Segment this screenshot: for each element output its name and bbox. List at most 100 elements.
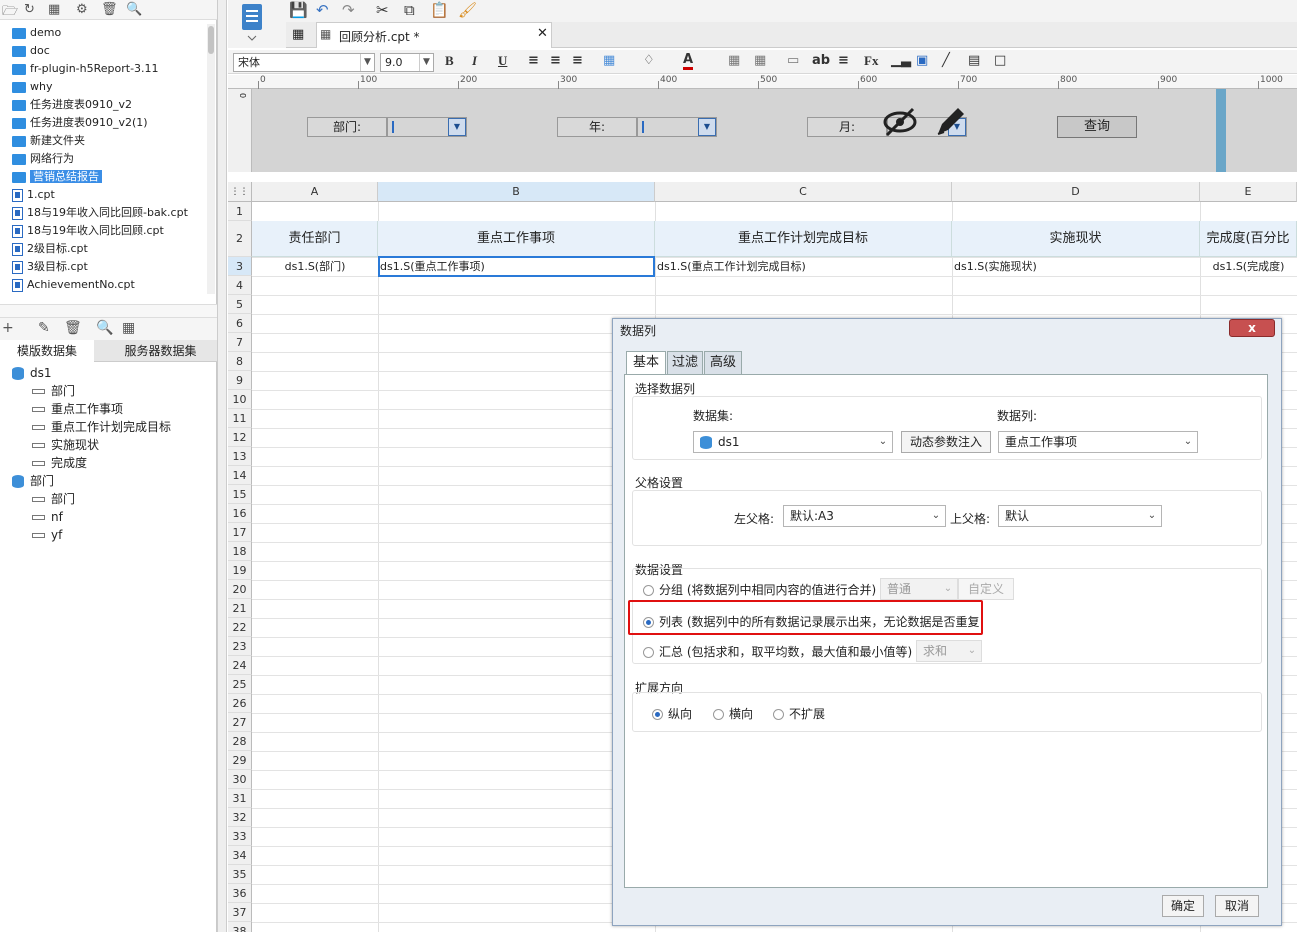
panel-divider[interactable] — [0, 304, 217, 318]
align-center-icon[interactable]: ≡ — [550, 53, 561, 68]
row-header[interactable]: 19 — [228, 561, 252, 580]
text-icon[interactable]: ab — [812, 53, 830, 68]
row-header[interactable]: 36 — [228, 884, 252, 903]
paste-icon[interactable]: 📋 — [430, 1, 449, 19]
radio-group[interactable]: 分组 (将数据列中相同内容的值进行合并) — [643, 581, 876, 598]
row-header[interactable]: 21 — [228, 599, 252, 618]
row-header[interactable]: 30 — [228, 770, 252, 789]
tree-item[interactable]: 任务进度表0910_v2(1) — [12, 114, 148, 132]
row-header[interactable]: 31 — [228, 789, 252, 808]
server-dataset-icon[interactable]: ▦ — [122, 320, 135, 336]
row-header[interactable]: 25 — [228, 675, 252, 694]
row-header[interactable]: 8 — [228, 352, 252, 371]
row-header[interactable]: 29 — [228, 751, 252, 770]
row-header[interactable]: 32 — [228, 808, 252, 827]
column-header[interactable]: C — [655, 182, 952, 202]
column-header[interactable]: E — [1200, 182, 1297, 202]
cut-icon[interactable]: ✂ — [376, 1, 389, 19]
data-cell[interactable]: ds1.S(完成度) — [1202, 257, 1295, 276]
column-header[interactable]: B — [378, 182, 655, 202]
tab-filter[interactable]: 过滤 — [667, 351, 703, 375]
bold-icon[interactable]: B — [445, 53, 454, 69]
field-item[interactable]: 部门 — [32, 382, 75, 400]
settings-icon[interactable]: ⚙ — [76, 2, 88, 17]
merge-icon[interactable]: ▦ — [728, 53, 740, 68]
slash-icon[interactable]: ╱ — [942, 53, 950, 68]
formula-icon[interactable]: Fx — [864, 53, 878, 69]
tree-item[interactable]: 网络行为 — [12, 150, 74, 168]
tree-item[interactable]: 任务进度表0910_v2 — [12, 96, 132, 114]
ok-button[interactable]: 确定 — [1162, 895, 1204, 917]
row-header[interactable]: 6 — [228, 314, 252, 333]
column-header[interactable]: D — [952, 182, 1200, 202]
tree-item[interactable]: demo — [12, 24, 61, 42]
selected-cell[interactable] — [378, 256, 655, 277]
group-mode-select[interactable]: 普通 ⌄ — [880, 578, 958, 600]
dynamic-param-button[interactable]: 动态参数注入 — [901, 431, 991, 453]
font-size-select[interactable]: 9.0 ▼ — [380, 53, 434, 72]
data-cell[interactable]: ds1.S(重点工作计划完成目标) — [657, 257, 950, 276]
align-right-icon[interactable]: ≡ — [572, 53, 583, 68]
tree-item[interactable]: 18与19年收入同比回顾.cpt — [12, 222, 164, 240]
row-header[interactable]: 9 — [228, 371, 252, 390]
tab-advanced[interactable]: 高级 — [704, 351, 742, 375]
tree-item[interactable]: 3级目标.cpt — [12, 258, 88, 276]
refresh-icon[interactable]: ↻ — [24, 2, 35, 17]
row-header[interactable]: 4 — [228, 276, 252, 295]
redo-icon[interactable]: ↷ — [342, 1, 355, 19]
subreport-icon[interactable]: ▤ — [968, 53, 980, 68]
row-header[interactable]: 35 — [228, 865, 252, 884]
row-header[interactable]: 3 — [228, 257, 252, 276]
radio-summary[interactable]: 汇总 (包括求和，取平均数，最大值和最小值等) — [643, 643, 912, 660]
header-cell[interactable]: 实施现状 — [952, 221, 1200, 257]
tree-item[interactable]: why — [12, 78, 52, 96]
cancel-button[interactable]: 取消 — [1215, 895, 1259, 917]
dropdown-icon[interactable]: ▼ — [698, 118, 716, 136]
row-header[interactable]: 26 — [228, 694, 252, 713]
close-dialog-button[interactable]: x — [1229, 319, 1275, 337]
field-item[interactable]: nf — [32, 508, 63, 526]
row-header[interactable]: 20 — [228, 580, 252, 599]
delete-icon[interactable]: 🗑 — [101, 2, 118, 17]
unmerge-icon[interactable]: ▦ — [754, 53, 766, 68]
fill-color-icon[interactable]: ♢ — [643, 53, 655, 68]
field-item[interactable]: 完成度 — [32, 454, 87, 472]
edit-icon[interactable]: ✎ — [38, 320, 50, 336]
row-header[interactable]: 33 — [228, 827, 252, 846]
align-left-icon[interactable]: ≡ — [528, 53, 539, 68]
tree-item[interactable]: doc — [12, 42, 50, 60]
search-icon[interactable]: 🔍 — [126, 2, 142, 17]
field-item[interactable]: 重点工作计划完成目标 — [32, 418, 171, 436]
select-all-corner[interactable]: ⋮⋮ — [228, 182, 252, 202]
row-header[interactable]: 27 — [228, 713, 252, 732]
row-header[interactable]: 13 — [228, 447, 252, 466]
dataset-item[interactable]: ds1 — [12, 364, 52, 382]
row-header[interactable]: 23 — [228, 637, 252, 656]
data-cell[interactable]: ds1.S(部门) — [254, 257, 376, 276]
tab-template-dataset[interactable]: 模版数据集 — [0, 340, 94, 362]
preview-icon[interactable]: 🔍 — [96, 320, 113, 336]
data-cell[interactable]: ds1.S(实施现状) — [954, 257, 1198, 276]
properties-icon[interactable]: ▦ — [48, 2, 60, 17]
tree-item[interactable]: 营销总结报告 — [12, 168, 102, 186]
field-item[interactable]: 部门 — [32, 490, 75, 508]
column-select[interactable]: 重点工作事项 ⌄ — [998, 431, 1198, 453]
row-header[interactable]: 18 — [228, 542, 252, 561]
cell-element-icon[interactable]: ▦ — [292, 27, 304, 42]
insert-row-icon[interactable]: ▭ — [787, 53, 799, 68]
row-header[interactable]: 2 — [228, 221, 252, 257]
field-item[interactable]: 重点工作事项 — [32, 400, 123, 418]
custom-button[interactable]: 自定义 — [958, 578, 1014, 600]
tab-server-dataset[interactable]: 服务器数据集 — [104, 340, 217, 362]
new-report-icon[interactable] — [238, 2, 266, 42]
column-header[interactable]: A — [252, 182, 378, 202]
richtext-icon[interactable]: ≡ — [838, 53, 849, 68]
delete-dataset-icon[interactable]: 🗑 — [64, 320, 82, 336]
tab-basic[interactable]: 基本 — [626, 351, 666, 376]
query-button[interactable]: 查询 — [1057, 116, 1137, 138]
tree-item[interactable]: fr-plugin-h5Report-3.11 — [12, 60, 159, 78]
tab-report[interactable]: ▦ 回顾分析.cpt * ✕ — [316, 22, 552, 48]
row-header[interactable]: 12 — [228, 428, 252, 447]
vertical-splitter[interactable] — [217, 0, 227, 932]
row-header[interactable]: 1 — [228, 202, 252, 221]
